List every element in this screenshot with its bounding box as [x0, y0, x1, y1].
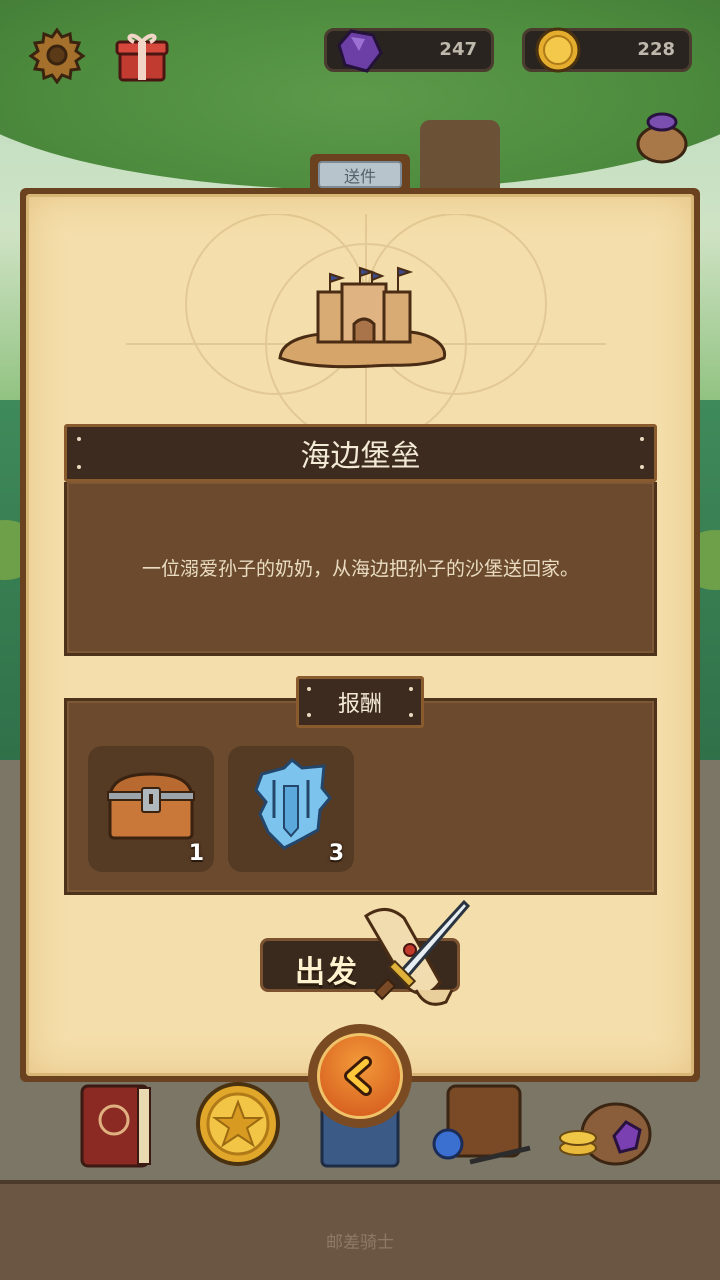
quest-title: 海边堡垒 [300, 439, 421, 474]
back-button[interactable] [308, 1024, 412, 1128]
rivet [307, 687, 311, 691]
gift-icon[interactable] [114, 28, 170, 84]
gem-counter: 247 [324, 28, 494, 73]
gear-icon[interactable] [28, 26, 86, 84]
reward-quantity: 1 [188, 841, 204, 866]
coin-count: 228 [637, 39, 675, 60]
book-icon[interactable] [78, 1080, 158, 1170]
quest-type-tab: 送件 [310, 154, 410, 192]
star-coin-icon[interactable] [192, 1078, 284, 1170]
coin-counter: 228 [522, 27, 692, 73]
quest-description: 一位溺爱孙子的奶奶，从海边把孙子的沙堡送回家。 [141, 558, 579, 580]
scroll-sword-icon [364, 899, 471, 1006]
rewards-label: 报酬 [296, 676, 424, 728]
reward-slot-shard[interactable]: 3 [228, 746, 354, 872]
backpack-icon[interactable] [430, 1078, 534, 1170]
quest-description-box: 一位溺爱孙子的奶奶，从海边把孙子的沙堡送回家。 [64, 482, 657, 656]
coin-icon [535, 27, 581, 73]
reward-slot-chest[interactable]: 1 [88, 746, 214, 872]
gem-icon [337, 29, 383, 73]
bottom-tab-label[interactable]: 邮差骑士 [0, 1228, 720, 1253]
treasure-chest-icon [107, 772, 195, 840]
rivet [640, 437, 644, 441]
rivet [409, 713, 413, 717]
quest-type-label: 送件 [318, 161, 402, 188]
rivet [77, 437, 81, 441]
rivet [409, 687, 413, 691]
treasure-sack-icon[interactable] [556, 1078, 656, 1170]
sandcastle-icon [278, 266, 447, 369]
gem-count: 247 [439, 39, 477, 60]
chevron-left-icon [344, 1056, 372, 1096]
reward-quantity: 3 [328, 841, 344, 866]
depart-button-label: 出发 [295, 955, 359, 990]
rivet [77, 465, 81, 469]
rivet [640, 465, 644, 469]
sack-icon[interactable] [632, 106, 692, 166]
quest-title-bar: 海边堡垒 [64, 424, 657, 482]
rewards-label-text: 报酬 [337, 692, 382, 717]
blue-shield-shard-icon [254, 758, 332, 850]
rivet [307, 713, 311, 717]
back-button-face [317, 1033, 403, 1119]
